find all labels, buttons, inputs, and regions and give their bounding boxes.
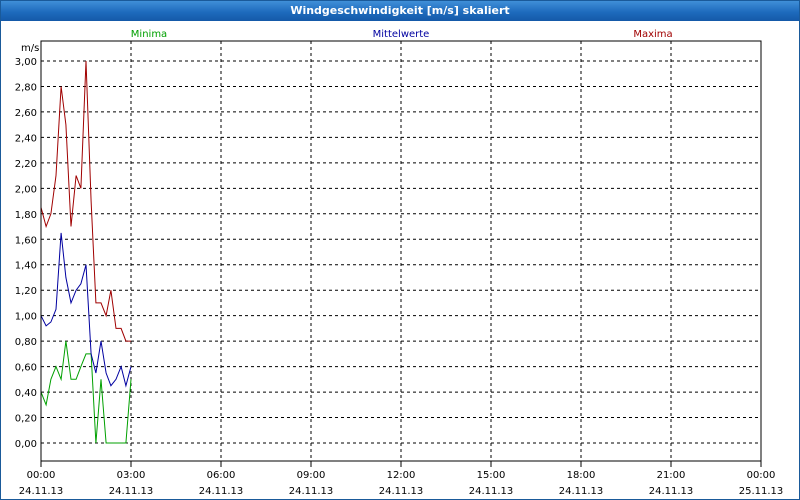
x-tick-time: 21:00 — [657, 470, 686, 481]
x-tick-time: 15:00 — [477, 470, 506, 481]
y-tick-label: 2,60 — [15, 108, 37, 119]
x-tick-date: 24.11.13 — [289, 486, 334, 497]
y-tick-label: 2,20 — [15, 159, 37, 170]
y-tick-label: 2,80 — [15, 82, 37, 93]
x-tick-time: 09:00 — [297, 470, 326, 481]
y-tick-label: 1,60 — [15, 235, 37, 246]
legend-maxima: Maxima — [633, 29, 672, 40]
x-tick-time: 12:00 — [387, 470, 416, 481]
x-tick-time: 00:00 — [747, 470, 776, 481]
y-tick-label: 0,40 — [15, 388, 37, 399]
x-tick-labels: 00:00 24.11.13 03:00 24.11.13 06:00 24.11.13 0… — [19, 470, 784, 497]
y-tick-label: 0,60 — [15, 363, 37, 374]
x-tick-date: 24.11.13 — [559, 486, 604, 497]
x-tick-date: 24.11.13 — [469, 486, 514, 497]
chart-window: Windgeschwindigkeit [m/s] skaliert m/s M… — [0, 0, 800, 500]
legend-minima: Minima — [131, 29, 167, 40]
line-chart: m/s Minima Mittelwerte Maxima 0,00 0,20 0,40… — [15, 29, 784, 497]
series-lines — [40, 60, 132, 444]
y-tick-label: 3,00 — [15, 57, 37, 68]
x-tick-date: 24.11.13 — [109, 486, 154, 497]
x-tick-time: 18:00 — [567, 470, 596, 481]
x-tick-date: 25.11.13 — [739, 486, 784, 497]
y-tick-label: 1,40 — [15, 261, 37, 272]
y-tick-label: 0,20 — [15, 414, 37, 425]
grid — [40, 41, 762, 467]
y-tick-label: 2,40 — [15, 133, 37, 144]
y-tick-label: 1,00 — [15, 312, 37, 323]
series-line-mittelwerte — [40, 232, 132, 388]
x-tick-date: 24.11.13 — [199, 486, 244, 497]
x-tick-date: 24.11.13 — [19, 486, 64, 497]
y-tick-labels: 0,00 0,20 0,40 0,60 0,80 1,00 1,20 1,40 1,60 1,80… — [15, 57, 37, 450]
legend-mittelwerte: Mittelwerte — [373, 29, 430, 40]
x-tick-date: 24.11.13 — [379, 486, 424, 497]
y-tick-label: 1,20 — [15, 286, 37, 297]
series-line-maxima — [40, 60, 131, 342]
y-tick-label: 2,00 — [15, 184, 37, 195]
x-tick-date: 24.11.13 — [649, 486, 694, 497]
y-tick-label: 0,00 — [15, 439, 37, 450]
legend: Minima Mittelwerte Maxima — [131, 29, 673, 40]
y-axis-label: m/s — [21, 43, 39, 54]
y-tick-label: 1,80 — [15, 210, 37, 221]
x-tick-time: 03:00 — [117, 470, 146, 481]
window-title: Windgeschwindigkeit [m/s] skaliert — [1, 1, 799, 21]
x-tick-time: 06:00 — [207, 470, 236, 481]
x-tick-time: 00:00 — [27, 470, 56, 481]
y-tick-label: 0,80 — [15, 337, 37, 348]
